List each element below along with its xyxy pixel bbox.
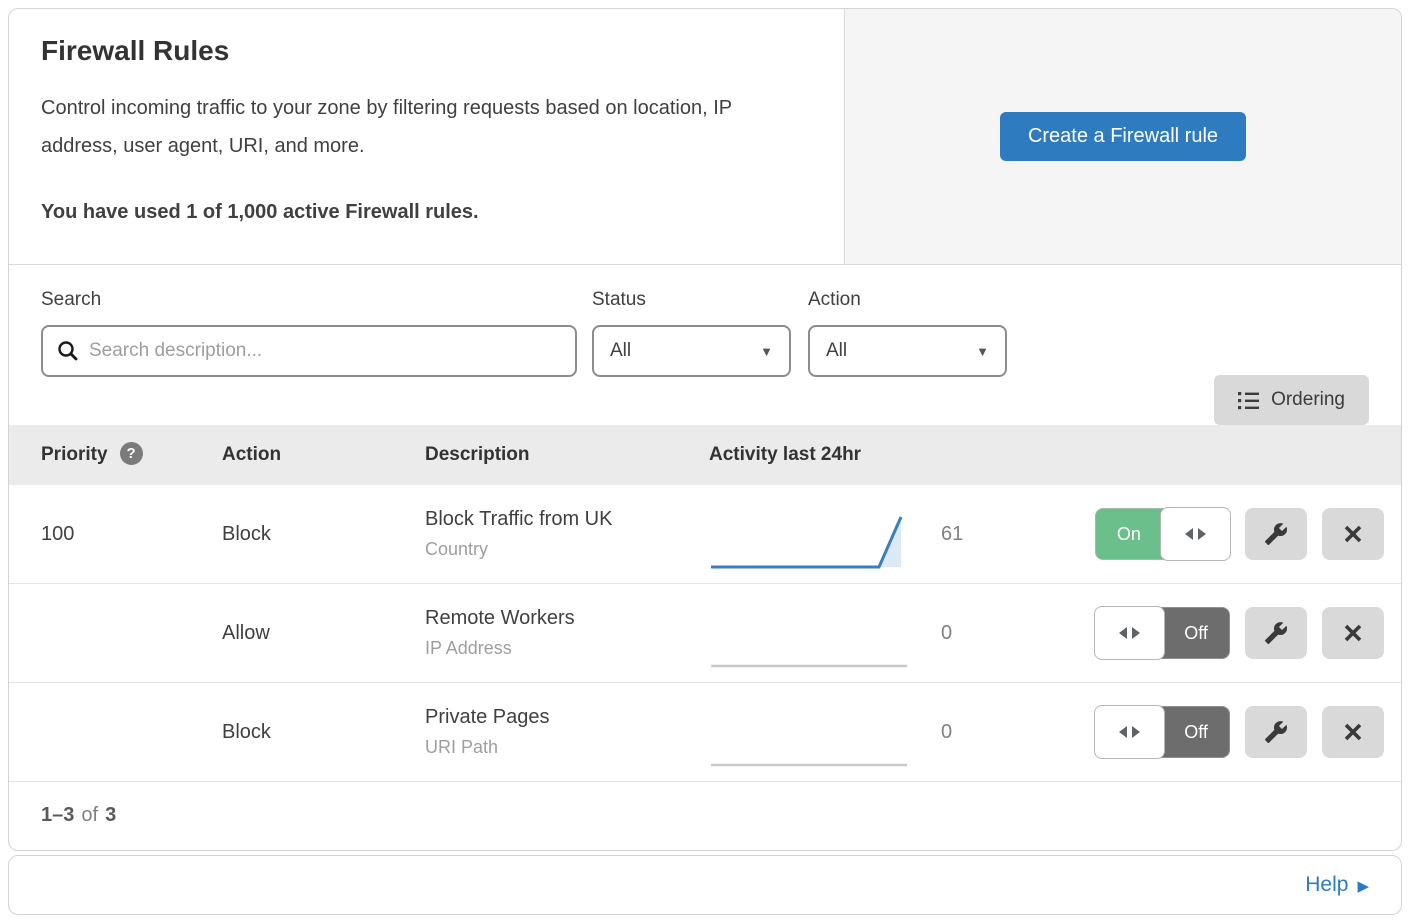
activity-sparkline <box>709 610 909 670</box>
help-link-label: Help <box>1305 873 1348 897</box>
search-icon <box>57 340 79 362</box>
rule-enabled-toggle[interactable]: On <box>1095 508 1230 560</box>
rule-description: Private Pages <box>425 706 709 729</box>
help-arrow-icon: ▶ <box>1357 877 1369 895</box>
column-header-activity: Activity last 24hr <box>709 444 1095 466</box>
help-link[interactable]: Help ▶ <box>1305 873 1369 897</box>
table-row: Block Private Pages URI Path 0 Off <box>9 683 1401 782</box>
column-header-priority: Priority <box>41 444 108 466</box>
chevron-down-icon: ▼ <box>760 344 773 359</box>
toggle-drag-handle-icon <box>1094 606 1165 660</box>
status-selected-value: All <box>610 340 631 362</box>
usage-summary: You have used 1 of 1,000 active Firewall… <box>41 201 804 224</box>
toggle-state-label: On <box>1096 509 1162 559</box>
wrench-icon <box>1264 621 1288 645</box>
toggle-drag-handle-icon <box>1160 507 1231 561</box>
table-header-row: Priority ? Action Description Activity l… <box>9 425 1401 485</box>
action-cell: Allow <box>222 622 425 645</box>
toggle-state-label: Off <box>1163 608 1229 658</box>
description-cell: Private Pages URI Path <box>425 706 709 758</box>
activity-sparkline <box>709 709 909 769</box>
action-selected-value: All <box>826 340 847 362</box>
rule-type-label: Country <box>425 539 709 560</box>
page-description: Control incoming traffic to your zone by… <box>41 89 804 165</box>
wrench-icon <box>1264 720 1288 744</box>
chevron-down-icon: ▼ <box>976 344 989 359</box>
help-bar: Help ▶ <box>8 855 1402 915</box>
ordering-button-label: Ordering <box>1271 389 1345 411</box>
activity-cell: 61 <box>709 497 1095 571</box>
activity-count: 61 <box>941 523 963 546</box>
header-action-panel: Create a Firewall rule <box>844 9 1401 264</box>
rule-enabled-toggle[interactable]: Off <box>1095 607 1230 659</box>
action-cell: Block <box>222 523 425 546</box>
column-header-action: Action <box>222 444 425 466</box>
column-header-description: Description <box>425 444 709 466</box>
rule-enabled-toggle[interactable]: Off <box>1095 706 1230 758</box>
action-cell: Block <box>222 721 425 744</box>
ordering-button[interactable]: Ordering <box>1214 375 1369 425</box>
activity-cell: 0 <box>709 695 1095 769</box>
activity-count: 0 <box>941 622 952 645</box>
description-cell: Block Traffic from UK Country <box>425 508 709 560</box>
firewall-rules-panel: Firewall Rules Control incoming traffic … <box>8 8 1402 851</box>
activity-sparkline <box>709 511 909 571</box>
activity-cell: 0 <box>709 596 1095 670</box>
pagination-total: 3 <box>105 804 116 827</box>
create-firewall-rule-button[interactable]: Create a Firewall rule <box>1000 112 1246 161</box>
page-title: Firewall Rules <box>41 35 804 67</box>
search-input[interactable] <box>89 340 561 362</box>
ordering-list-icon <box>1238 391 1259 410</box>
table-row: 100 Block Block Traffic from UK Country … <box>9 485 1401 584</box>
close-icon <box>1343 623 1363 643</box>
header-text-block: Firewall Rules Control incoming traffic … <box>9 9 844 264</box>
pagination-range: 1–3 <box>41 804 74 827</box>
pagination-summary: 1–3 of 3 <box>9 782 1401 849</box>
delete-rule-button[interactable] <box>1322 706 1384 758</box>
edit-rule-button[interactable] <box>1245 706 1307 758</box>
table-row: Allow Remote Workers IP Address 0 Off <box>9 584 1401 683</box>
wrench-icon <box>1264 522 1288 546</box>
delete-rule-button[interactable] <box>1322 607 1384 659</box>
status-select[interactable]: All ▼ <box>592 325 791 377</box>
rule-type-label: URI Path <box>425 737 709 758</box>
rule-type-label: IP Address <box>425 638 709 659</box>
edit-rule-button[interactable] <box>1245 508 1307 560</box>
action-label: Action <box>808 289 1007 311</box>
status-label: Status <box>592 289 791 311</box>
close-icon <box>1343 722 1363 742</box>
search-label: Search <box>41 289 577 311</box>
search-box <box>41 325 577 377</box>
priority-help-icon[interactable]: ? <box>120 442 143 465</box>
delete-rule-button[interactable] <box>1322 508 1384 560</box>
toggle-state-label: Off <box>1163 707 1229 757</box>
action-select[interactable]: All ▼ <box>808 325 1007 377</box>
activity-count: 0 <box>941 721 952 744</box>
priority-cell: 100 <box>41 523 222 546</box>
panel-header: Firewall Rules Control incoming traffic … <box>9 9 1401 265</box>
close-icon <box>1343 524 1363 544</box>
rule-description: Remote Workers <box>425 607 709 630</box>
description-cell: Remote Workers IP Address <box>425 607 709 659</box>
rule-description: Block Traffic from UK <box>425 508 709 531</box>
filter-bar: Search Status All ▼ Action All ▼ <box>9 265 1401 425</box>
pagination-of-text: of <box>81 804 98 827</box>
edit-rule-button[interactable] <box>1245 607 1307 659</box>
toggle-drag-handle-icon <box>1094 705 1165 759</box>
